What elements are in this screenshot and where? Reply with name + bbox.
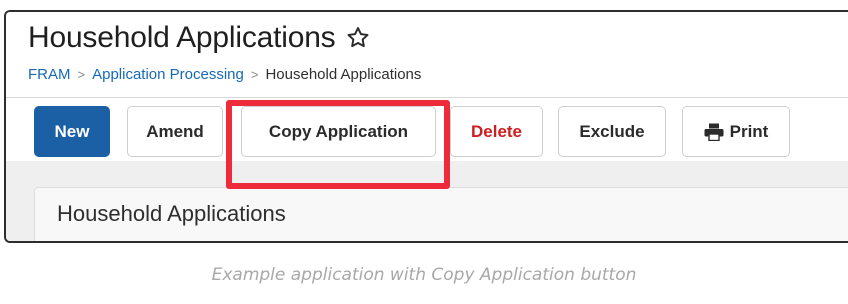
action-toolbar: New Amend Copy Application Delete Exclud…	[6, 98, 848, 161]
print-button-label: Print	[729, 121, 769, 141]
amend-button[interactable]: Amend	[127, 106, 223, 157]
breadcrumb-link-application-processing[interactable]: Application Processing	[92, 66, 244, 83]
content-area: Household Applications	[6, 161, 848, 241]
copy-application-button[interactable]: Copy Application	[241, 106, 436, 157]
breadcrumb-current: Household Applications	[265, 66, 422, 83]
breadcrumb: FRAM > Application Processing > Househol…	[28, 66, 421, 83]
delete-button[interactable]: Delete	[450, 106, 543, 157]
breadcrumb-separator: >	[250, 67, 259, 82]
breadcrumb-link-fram[interactable]: FRAM	[28, 66, 71, 83]
print-button[interactable]: Print	[682, 106, 790, 157]
breadcrumb-separator: >	[77, 67, 86, 82]
star-icon[interactable]	[345, 25, 371, 51]
figure-caption: Example application with Copy Applicatio…	[211, 265, 637, 285]
printer-icon	[704, 123, 724, 141]
app-window: Household Applications FRAM > Applicatio…	[4, 10, 848, 243]
title-row: Household Applications	[28, 21, 371, 55]
new-button[interactable]: New	[34, 106, 110, 157]
page-title: Household Applications	[28, 21, 336, 54]
applications-panel: Household Applications	[34, 187, 848, 241]
page-header: Household Applications FRAM > Applicatio…	[6, 12, 848, 98]
exclude-button[interactable]: Exclude	[558, 106, 666, 157]
panel-title: Household Applications	[57, 201, 286, 226]
